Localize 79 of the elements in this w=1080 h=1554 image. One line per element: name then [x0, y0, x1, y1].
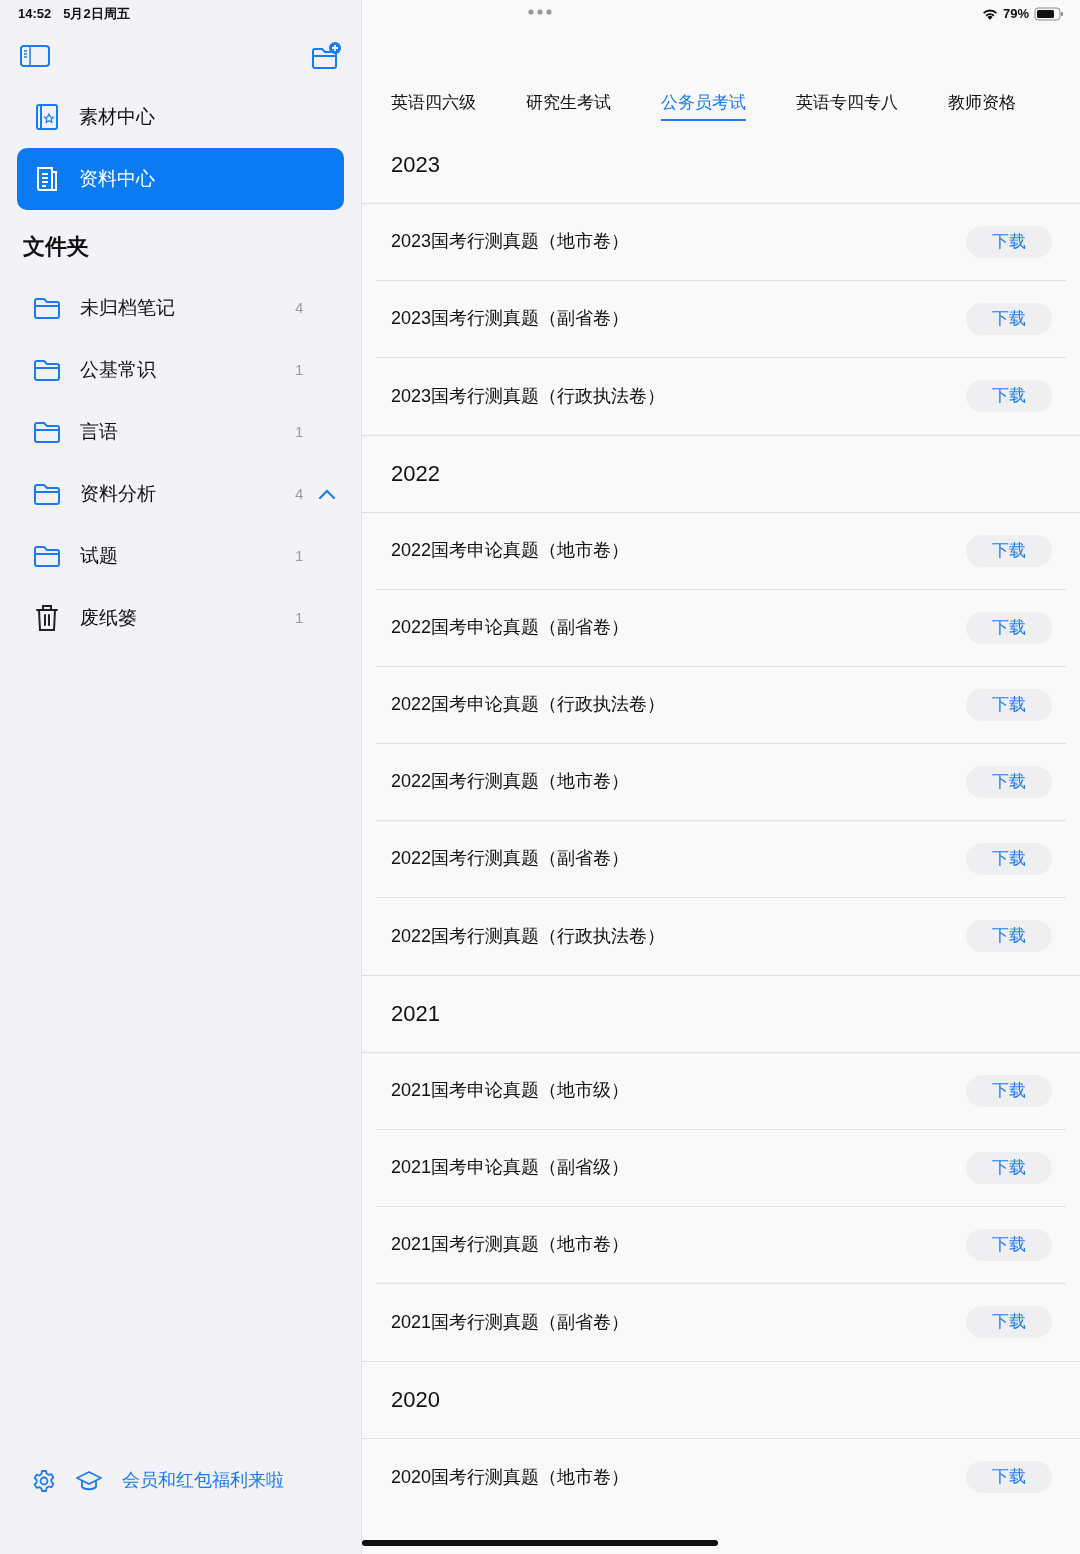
folder-name: 公基常识 [80, 357, 157, 382]
folder-count: 1 [295, 359, 305, 380]
document-icon [35, 165, 59, 193]
document-title: 2022国考申论真题（地市卷） [391, 539, 631, 562]
download-button[interactable]: 下载 [966, 534, 1052, 567]
status-date: 5月2日周五 [63, 5, 130, 24]
download-button[interactable]: 下载 [966, 842, 1052, 875]
new-folder-icon[interactable] [311, 42, 341, 70]
year-heading: 2020 [391, 1386, 440, 1414]
nav-label: 素材中心 [79, 104, 155, 129]
document-title: 2023国考行测真题（行政执法卷） [391, 384, 667, 408]
document-title: 2021国考行测真题（地市卷） [391, 1233, 631, 1256]
document-title: 2022国考申论真题（行政执法卷） [391, 693, 667, 716]
folder-name: 未归档笔记 [80, 295, 176, 320]
folder-row[interactable]: 试题 1 [0, 525, 361, 587]
download-button[interactable]: 下载 [966, 1074, 1052, 1107]
folder-name: 言语 [80, 419, 119, 444]
more-dots-icon[interactable] [528, 9, 552, 15]
settings-icon[interactable] [32, 1468, 56, 1493]
download-button[interactable]: 下载 [966, 688, 1052, 721]
wifi-icon [981, 8, 998, 20]
download-button[interactable]: 下载 [966, 765, 1052, 798]
folder-count: 1 [295, 607, 305, 628]
battery-percent: 79% [1002, 5, 1029, 24]
download-button[interactable]: 下载 [966, 1151, 1052, 1184]
year-heading: 2022 [391, 460, 440, 488]
download-button[interactable]: 下载 [966, 225, 1052, 258]
document-title: 2023国考行测真题（副省卷） [391, 307, 631, 330]
nav-label: 资料中心 [79, 166, 155, 191]
folder-count: 1 [295, 421, 305, 442]
download-button[interactable]: 下载 [966, 302, 1052, 335]
folder-count: 4 [295, 483, 305, 504]
download-button[interactable]: 下载 [966, 920, 1052, 952]
category-tab[interactable]: 英语四六级 [391, 90, 476, 121]
folder-icon [32, 296, 62, 320]
graduation-cap-icon[interactable] [76, 1468, 102, 1493]
category-tab[interactable]: 英语专四专八 [796, 90, 898, 121]
download-button[interactable]: 下载 [966, 1461, 1052, 1493]
folder-name: 资料分析 [80, 481, 157, 506]
nav-item[interactable]: 素材中心 [17, 86, 344, 148]
folder-count: 4 [295, 297, 305, 318]
promo-link[interactable]: 会员和红包福利来啦 [122, 1467, 284, 1494]
folders-heading: 文件夹 [22, 233, 90, 261]
folder-icon [32, 482, 62, 506]
folder-row[interactable]: 资料分析 4 [0, 463, 361, 525]
nav-item[interactable]: 资料中心 [17, 148, 344, 210]
document-title: 2020国考行测真题（地市卷） [391, 1465, 631, 1489]
document-title: 2021国考申论真题（副省级） [391, 1156, 631, 1179]
battery-icon [1034, 7, 1064, 21]
year-heading: 2023 [391, 151, 440, 179]
download-button[interactable]: 下载 [966, 1306, 1052, 1338]
document-title: 2021国考行测真题（副省卷） [391, 1310, 631, 1334]
folder-row[interactable]: 未归档笔记 4 [0, 277, 361, 339]
document-title: 2022国考行测真题（行政执法卷） [391, 924, 667, 948]
sidebar-toggle-icon[interactable] [20, 44, 50, 68]
document-title: 2023国考行测真题（地市卷） [391, 230, 631, 253]
folder-icon [32, 420, 62, 444]
folder-row[interactable]: 公基常识 1 [0, 339, 361, 401]
folder-count: 1 [295, 545, 305, 566]
download-button[interactable]: 下载 [966, 611, 1052, 644]
folder-row[interactable]: 言语 1 [0, 401, 361, 463]
folder-name: 试题 [80, 543, 119, 568]
year-heading: 2021 [391, 1000, 440, 1028]
document-title: 2021国考申论真题（地市级） [391, 1079, 631, 1102]
folder-icon [32, 544, 62, 568]
download-button[interactable]: 下载 [966, 380, 1052, 412]
category-tab[interactable]: 公务员考试 [661, 90, 746, 121]
folder-icon [32, 358, 62, 382]
folder-row[interactable]: 废纸篓 1 [0, 587, 361, 649]
status-time: 14:52 [18, 5, 52, 24]
folder-name: 废纸篓 [80, 605, 138, 630]
category-tab[interactable]: 教师资格 [948, 90, 1016, 121]
document-title: 2022国考行测真题（副省卷） [391, 847, 631, 870]
download-button[interactable]: 下载 [966, 1228, 1052, 1261]
trash-icon [35, 604, 59, 632]
document-title: 2022国考申论真题（副省卷） [391, 616, 631, 639]
chevron-up-icon[interactable] [319, 489, 335, 499]
document-title: 2022国考行测真题（地市卷） [391, 770, 631, 793]
category-tab[interactable]: 研究生考试 [526, 90, 611, 121]
